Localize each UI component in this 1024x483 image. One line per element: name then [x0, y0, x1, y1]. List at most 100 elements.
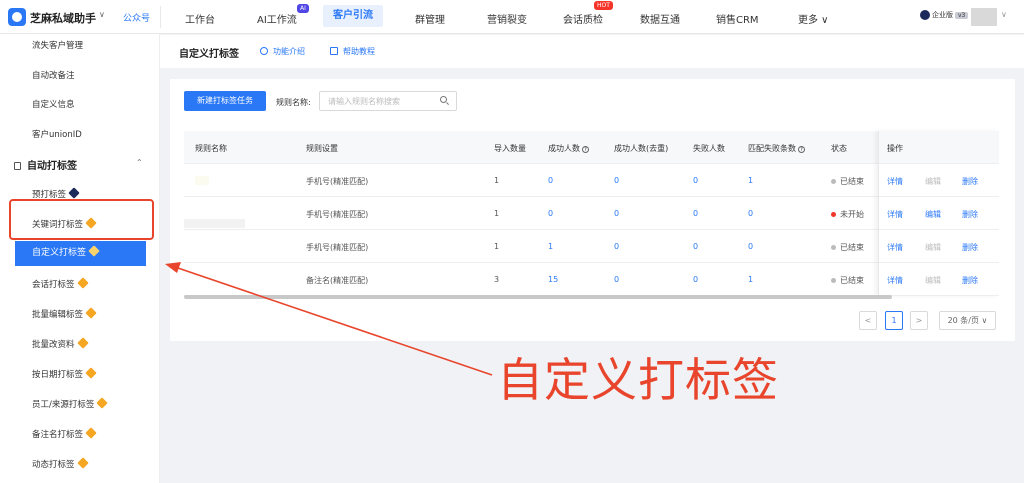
version-badge: v3: [955, 12, 969, 19]
sidebar-item-dynamic-tag[interactable]: 动态打标签: [32, 457, 89, 470]
nav-ai-workflow[interactable]: AI工作流: [257, 11, 297, 26]
help-icon[interactable]: ?: [582, 146, 589, 153]
page-1-button[interactable]: 1: [885, 311, 903, 330]
success-count[interactable]: 1: [548, 242, 553, 251]
sidebar-item-auto-remark[interactable]: 自动改备注: [32, 69, 75, 81]
prev-page-button[interactable]: <: [859, 311, 877, 330]
sidebar-item-lost-customers[interactable]: 流失客户管理: [32, 39, 83, 51]
failed-count[interactable]: 0: [693, 176, 698, 185]
page-title: 自定义打标签: [179, 49, 239, 60]
help-tutorial-label: 帮助教程: [343, 47, 375, 56]
horizontal-scrollbar[interactable]: [184, 295, 892, 299]
highlight-box: [9, 199, 154, 240]
app-name[interactable]: 芝麻私域助手: [30, 10, 96, 26]
rule-name-search-input[interactable]: [319, 91, 457, 111]
nav-sales-crm[interactable]: 销售CRM: [716, 11, 759, 26]
failed-count[interactable]: 0: [693, 275, 698, 284]
status-dot-icon: [831, 212, 836, 217]
sidebar-item-custom-tag[interactable]: 自定义打标签: [15, 241, 146, 266]
rule-setting: 备注名(精准匹配): [306, 276, 369, 285]
column-header: 规则名称: [195, 144, 227, 153]
annotation-text: 自定义打标签: [497, 353, 779, 407]
sidebar-item-batch-edit-profile[interactable]: 批量改资料: [32, 337, 89, 350]
success-dedup-count[interactable]: 0: [614, 209, 619, 218]
sidebar-item-unionid[interactable]: 客户unionID: [32, 128, 82, 140]
success-count[interactable]: 15: [548, 275, 558, 284]
search-icon[interactable]: [440, 96, 447, 103]
sidebar-item-session-tag[interactable]: 会话打标签: [32, 277, 89, 290]
status-badge: 未开始: [831, 209, 864, 220]
sidebar-item-remark-name-tag[interactable]: 备注名打标签: [32, 427, 97, 440]
status-badge: 已结束: [831, 176, 864, 187]
imported-count: 1: [494, 176, 500, 185]
column-header: 状态: [831, 144, 847, 153]
success-dedup-count[interactable]: 0: [614, 242, 619, 251]
next-page-button[interactable]: >: [910, 311, 928, 330]
match-failed-count[interactable]: 0: [748, 242, 753, 251]
column-header: 成功人数(去重): [614, 144, 669, 153]
rule-name-label: 规则名称:: [276, 98, 311, 107]
imported-count: 1: [494, 209, 500, 218]
sidebar-item-date-tag[interactable]: 按日期打标签: [32, 367, 97, 380]
table-row: 备注名(精准匹配) 3 15 0 0 1 已结束 详情 编辑 删除: [184, 263, 999, 296]
nav-group-management[interactable]: 群管理: [415, 11, 445, 26]
diamond-icon: [88, 245, 100, 257]
nav-data-sync[interactable]: 数据互通: [640, 11, 680, 26]
chevron-up-icon[interactable]: ⌃: [136, 158, 143, 167]
chevron-down-icon[interactable]: ∨: [99, 10, 105, 19]
table-row: 手机号(精准匹配) 1 1 0 0 0 已结束 详情 编辑 删除: [184, 230, 999, 263]
failed-count[interactable]: 0: [693, 242, 698, 251]
ai-badge: AI: [297, 4, 309, 13]
page-header: 自定义打标签 功能介绍 帮助教程: [160, 35, 1024, 68]
nav-workbench[interactable]: 工作台: [185, 11, 215, 26]
sidebar-item-staff-source-tag[interactable]: 员工/来源打标签: [32, 397, 109, 410]
fixed-actions-column: [878, 131, 999, 296]
diamond-icon: [76, 457, 89, 469]
sidebar-item-batch-edit-tag[interactable]: 批量编辑标签: [32, 307, 97, 320]
enterprise-edition-badge: 企业版 v3: [920, 10, 969, 20]
match-failed-count[interactable]: 1: [748, 176, 753, 185]
status-dot-icon: [831, 179, 836, 184]
nav-more[interactable]: 更多 ∨: [798, 11, 829, 26]
column-header-label: 匹配失败条数: [748, 144, 796, 153]
feature-intro-label: 功能介绍: [273, 47, 305, 56]
nav-customer-acquisition[interactable]: 客户引流: [323, 5, 383, 27]
failed-count[interactable]: 0: [693, 209, 698, 218]
page-size-select[interactable]: 20 条/页 ∨: [939, 311, 996, 330]
new-tag-task-button[interactable]: 新建打标签任务: [184, 91, 266, 111]
match-failed-count[interactable]: 1: [748, 275, 753, 284]
hot-badge: HOT: [594, 1, 613, 10]
column-header-label: 成功人数: [548, 144, 580, 153]
official-account-link[interactable]: 公众号: [123, 11, 150, 24]
diamond-icon: [85, 367, 97, 379]
diamond-icon: [76, 277, 89, 289]
help-tutorial-link[interactable]: 帮助教程: [330, 46, 375, 57]
success-count[interactable]: 0: [548, 209, 553, 218]
sidebar-item-label: 批量编辑标签: [32, 310, 84, 320]
column-header-match-failed: 匹配失败条数?: [748, 143, 805, 154]
feature-intro-link[interactable]: 功能介绍: [260, 46, 305, 57]
imported-count: 3: [494, 275, 500, 284]
sidebar: 流失客户管理 自动改备注 自定义信息 客户unionID 自动打标签 ⌃ 预打标…: [0, 34, 160, 483]
sidebar-item-custom-info[interactable]: 自定义信息: [32, 98, 75, 110]
success-dedup-count[interactable]: 0: [614, 275, 619, 284]
avatar[interactable]: [971, 8, 997, 26]
match-failed-count[interactable]: 0: [748, 209, 753, 218]
success-count[interactable]: 0: [548, 176, 553, 185]
nav-session-inspection[interactable]: 会话质检: [563, 11, 603, 26]
diamond-icon: [85, 307, 97, 319]
success-dedup-count[interactable]: 0: [614, 176, 619, 185]
nav-marketing-fission[interactable]: 营销裂变: [487, 11, 527, 26]
chevron-down-icon[interactable]: ∨: [1001, 10, 1007, 19]
help-icon[interactable]: ?: [798, 146, 805, 153]
sidebar-group-label: 自动打标签: [27, 161, 77, 172]
table-row: 手机号(精准匹配) 1 0 0 0 0 未开始 详情 编辑 删除: [184, 197, 999, 230]
status-dot-icon: [831, 278, 836, 283]
sidebar-group-auto-tagging[interactable]: 自动打标签: [14, 157, 77, 172]
imported-count: 1: [494, 242, 500, 251]
sidebar-item-label: 自定义打标签: [32, 248, 87, 258]
column-header: 失败人数: [693, 144, 725, 153]
app-logo-icon: [8, 8, 26, 26]
sidebar-item-label: 动态打标签: [32, 460, 75, 470]
status-label: 已结束: [840, 177, 864, 186]
